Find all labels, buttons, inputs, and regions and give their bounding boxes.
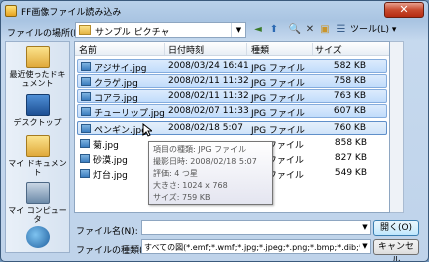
place-label: マイ コンピュータ — [8, 206, 67, 224]
places-bar: 最近使ったドキュメント デスクトップ マイ ドキュメント マイ コンピュータ — [5, 41, 70, 253]
file-date: 2008/02/11 11:32 — [168, 76, 249, 86]
file-type: JPG ファイル — [251, 126, 305, 136]
file-name: アジサイ.jpg — [94, 64, 147, 74]
file-row[interactable]: アジサイ.jpg 2008/03/24 16:41 JPG ファイル 582 K… — [77, 59, 387, 74]
location-value: サンプル ピクチャ — [95, 28, 170, 38]
image-file-icon — [81, 92, 91, 101]
tools-menu-button[interactable]: ツール(L) ▾ — [350, 22, 396, 38]
tooltip-line: 撮影日時: 2008/02/18 5:07 — [153, 157, 257, 166]
file-size: 582 KB — [333, 61, 366, 71]
file-size: 763 KB — [333, 91, 366, 101]
chevron-down-icon[interactable]: ▼ — [231, 23, 245, 37]
computer-icon — [25, 182, 50, 204]
filetype-value: すべての図(*.emf;*.wmf;*.jpg;*.jpeg;*.png;*.b… — [144, 243, 371, 252]
column-date[interactable]: 日付時刻 — [168, 43, 204, 56]
column-type[interactable]: 種類 — [251, 43, 269, 56]
up-folder-icon[interactable]: ⬆ — [267, 23, 281, 37]
place-recent[interactable]: 最近使ったドキュメント — [6, 46, 69, 88]
file-size: 760 KB — [333, 123, 366, 133]
file-date: 2008/02/18 5:07 — [168, 123, 243, 133]
file-row[interactable]: ペンギン.jpg 2008/02/18 5:07 JPG ファイル 760 KB — [77, 121, 387, 136]
image-file-icon — [80, 139, 90, 148]
chevron-down-icon[interactable]: ▼ — [360, 240, 370, 253]
column-name[interactable]: 名前 — [79, 43, 97, 56]
close-button[interactable]: ✕ — [384, 2, 424, 18]
search-web-icon[interactable]: 🔍 — [288, 23, 302, 37]
image-file-icon — [81, 107, 91, 116]
filename-input[interactable] — [141, 220, 371, 235]
tooltip-line: 項目の種類: JPG ファイル — [153, 145, 247, 154]
place-label: デスクトップ — [13, 118, 62, 127]
file-type: JPG ファイル — [251, 79, 305, 89]
place-desktop[interactable]: デスクトップ — [6, 94, 69, 127]
file-name: コアラ.jpg — [94, 94, 138, 104]
title-bar[interactable]: FF画像ファイル読み込み ✕ — [1, 1, 428, 21]
place-documents[interactable]: マイ ドキュメント — [6, 135, 69, 177]
folder-icon — [79, 25, 91, 35]
image-file-icon — [81, 124, 91, 133]
file-type: JPG ファイル — [251, 64, 305, 74]
documents-icon — [25, 135, 50, 157]
file-name: 灯台.jpg — [93, 171, 128, 181]
column-size[interactable]: サイズ — [315, 43, 342, 56]
file-size: 758 KB — [333, 76, 366, 86]
file-date: 2008/02/11 11:32 — [168, 91, 249, 101]
image-file-icon — [81, 62, 91, 71]
network-icon — [25, 226, 50, 248]
column-divider[interactable] — [312, 43, 313, 55]
window-title: FF画像ファイル読み込み — [21, 8, 122, 18]
file-size: 858 KB — [334, 138, 367, 148]
file-size: 827 KB — [334, 153, 367, 163]
file-row[interactable]: チューリップ.jpg 2008/02/07 11:33 JPG ファイル 607… — [77, 104, 387, 119]
image-file-icon — [80, 169, 90, 178]
file-size: 549 KB — [334, 168, 367, 178]
file-info-tooltip: 項目の種類: JPG ファイル 撮影日時: 2008/02/18 5:07 評価… — [148, 141, 273, 205]
file-name: 砂漠.jpg — [93, 156, 128, 166]
image-file-icon — [80, 154, 90, 163]
file-name: 菊.jpg — [93, 141, 119, 151]
place-network[interactable] — [6, 226, 69, 250]
mouse-cursor-icon — [142, 123, 152, 137]
views-icon[interactable]: ☰ — [334, 23, 348, 37]
list-scrollbar[interactable] — [390, 41, 404, 213]
new-folder-icon[interactable]: ▣ — [318, 23, 332, 37]
desktop-icon — [25, 94, 50, 116]
place-label: 最近使ったドキュメント — [9, 70, 66, 88]
image-file-icon — [81, 77, 91, 86]
file-date: 2008/02/07 11:33 — [168, 106, 249, 116]
file-row[interactable]: クラゲ.jpg 2008/02/11 11:32 JPG ファイル 758 KB — [77, 74, 387, 89]
filetype-combo[interactable]: すべての図(*.emf;*.wmf;*.jpg;*.jpeg;*.png;*.b… — [141, 239, 371, 254]
file-row[interactable]: コアラ.jpg 2008/02/11 11:32 JPG ファイル 763 KB — [77, 89, 387, 104]
tooltip-line: サイズ: 759 KB — [153, 193, 211, 202]
back-icon[interactable]: ◄ — [251, 23, 265, 37]
list-header: 名前 日付時刻 種類 サイズ — [75, 42, 389, 56]
delete-icon[interactable]: ✕ — [304, 23, 316, 37]
place-computer[interactable]: マイ コンピュータ — [6, 182, 69, 224]
app-icon — [5, 5, 17, 17]
file-name: チューリップ.jpg — [94, 109, 165, 119]
location-combo[interactable]: サンプル ピクチャ ▼ — [75, 22, 246, 38]
tools-label: ツール(L) — [350, 25, 390, 35]
file-size: 607 KB — [333, 106, 366, 116]
file-type: JPG ファイル — [251, 94, 305, 104]
tooltip-line: 大きさ: 1024 x 768 — [153, 181, 228, 190]
location-label: ファイルの場所(I): — [7, 29, 83, 39]
file-name: ペンギン.jpg — [94, 126, 147, 136]
chevron-down-icon[interactable]: ▼ — [360, 221, 370, 234]
file-type: JPG ファイル — [251, 109, 305, 119]
file-name: クラゲ.jpg — [94, 79, 138, 89]
file-open-dialog: FF画像ファイル読み込み ✕ ファイルの場所(I): サンプル ピクチャ ▼ ◄… — [0, 0, 429, 262]
file-date: 2008/03/24 16:41 — [168, 61, 249, 71]
place-label: マイ ドキュメント — [8, 159, 67, 177]
open-button[interactable]: 開く(O) — [373, 220, 419, 236]
cancel-button[interactable]: キャンセル — [373, 239, 419, 261]
filename-label: ファイル名(N): — [76, 227, 138, 237]
column-divider[interactable] — [246, 43, 247, 55]
column-divider[interactable] — [164, 43, 165, 55]
tooltip-line: 評価: 4 つ星 — [153, 169, 198, 178]
recent-folder-icon — [25, 46, 50, 68]
